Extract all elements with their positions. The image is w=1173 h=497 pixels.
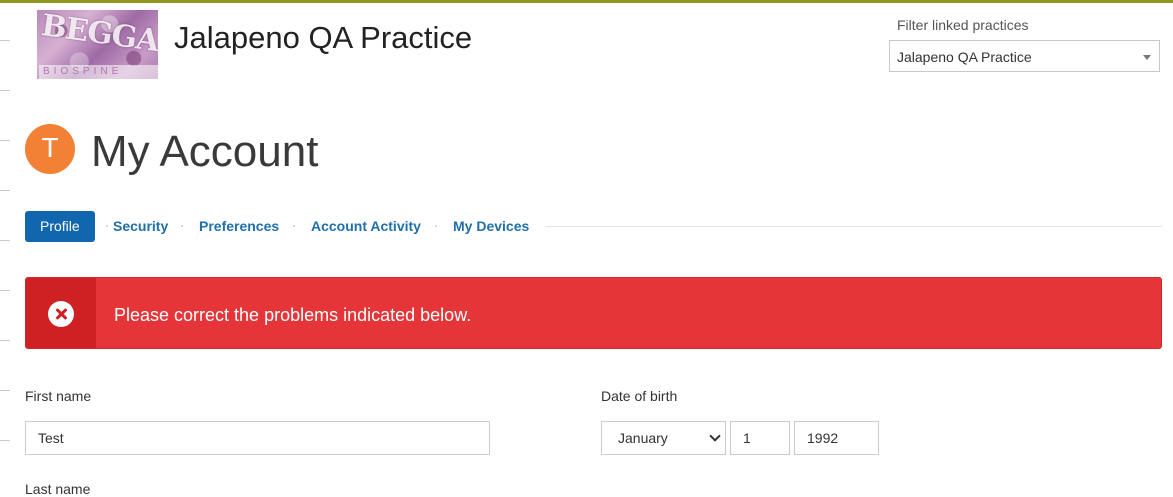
caret-down-icon: [1143, 55, 1151, 60]
tab-separator: [181, 225, 183, 227]
filter-practices-select[interactable]: Jalapeno QA Practice: [889, 40, 1160, 72]
tab-security[interactable]: Security: [113, 211, 168, 242]
tabs-divider: [545, 226, 1162, 227]
dob-month-select[interactable]: January: [601, 421, 726, 455]
logo-subtext: BIOSPINE: [39, 65, 158, 79]
page-title: My Account: [91, 127, 319, 176]
tab-account-activity[interactable]: Account Activity: [311, 211, 421, 242]
error-alert: Please correct the problems indicated be…: [25, 277, 1162, 349]
filter-selected-value: Jalapeno QA Practice: [897, 49, 1032, 65]
practice-logo[interactable]: BEGGA BIOSPINE: [37, 10, 158, 79]
filter-practices-label: Filter linked practices: [897, 17, 1029, 33]
error-x-icon: [48, 301, 74, 327]
tab-preferences[interactable]: Preferences: [199, 211, 279, 242]
alert-message: Please correct the problems indicated be…: [114, 305, 472, 325]
avatar: T: [25, 124, 75, 174]
tab-separator: [293, 225, 295, 227]
left-edge-panel: [0, 3, 10, 495]
tab-separator: [106, 225, 108, 227]
practice-name: Jalapeno QA Practice: [174, 20, 473, 55]
date-of-birth-label: Date of birth: [601, 388, 678, 404]
tab-separator: [435, 225, 437, 227]
dob-day-input[interactable]: 1: [730, 421, 790, 455]
dob-month-value: January: [618, 430, 668, 446]
tab-profile[interactable]: Profile: [25, 211, 95, 242]
dob-year-input[interactable]: 1992: [794, 421, 879, 455]
account-tabs: Profile Security Preferences Account Act…: [25, 211, 1162, 242]
alert-icon-column: [26, 278, 96, 348]
chevron-down-icon: [709, 430, 721, 442]
tab-my-devices[interactable]: My Devices: [453, 211, 529, 242]
top-accent-stripe: [0, 0, 1173, 3]
first-name-label: First name: [25, 388, 92, 404]
first-name-input[interactable]: Test: [25, 421, 490, 455]
